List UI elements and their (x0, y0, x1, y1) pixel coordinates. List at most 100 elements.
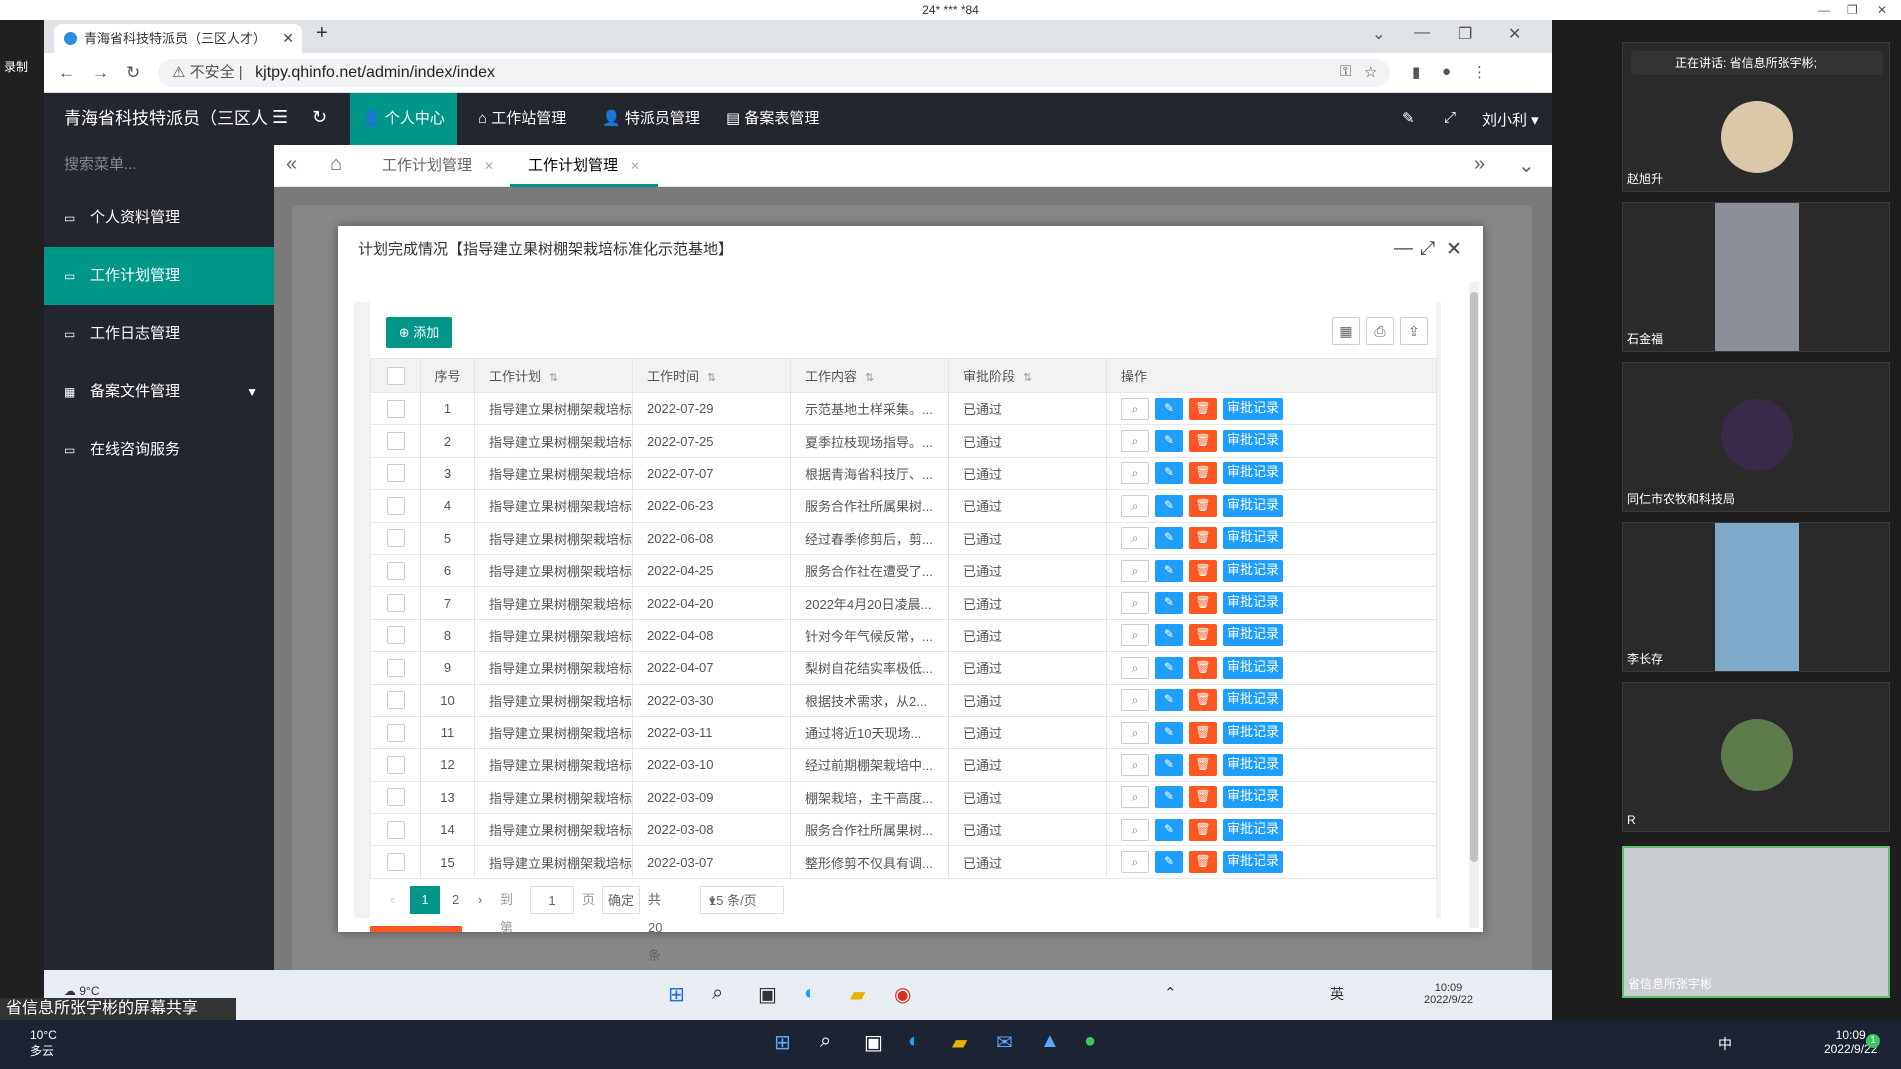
participant-tile[interactable]: R (1622, 682, 1890, 832)
row-plan-link[interactable]: 指导建立果树棚架栽培标 (474, 618, 633, 653)
star-icon[interactable]: ☆ (1364, 63, 1377, 81)
row-checkbox[interactable] (370, 748, 421, 782)
browser-restore-icon[interactable]: ❐ (1458, 24, 1472, 44)
row-checkbox[interactable] (370, 651, 421, 685)
nav-commissioner-management[interactable]: 👤 特派员管理 (590, 93, 712, 145)
sort-icon[interactable]: ⇅ (549, 372, 558, 384)
col-header-content[interactable]: 工作内容 ⇅ (790, 358, 949, 393)
export-icon[interactable]: ⇪ (1400, 317, 1428, 345)
row-checkbox[interactable] (370, 456, 421, 491)
participant-tile[interactable]: 李长存 (1622, 522, 1890, 672)
edit-icon[interactable]: ✎ (1155, 786, 1183, 809)
view-icon[interactable]: ⌕ (1121, 397, 1149, 420)
search-icon[interactable]: ⌕ (712, 982, 723, 1005)
close-icon[interactable]: ✕ (1877, 0, 1887, 20)
row-plan-link[interactable]: 指导建立果树棚架栽培标 (474, 456, 633, 491)
tabs-left-icon[interactable]: « (286, 153, 297, 176)
chrome-icon[interactable]: ◉ (894, 982, 911, 1007)
row-checkbox[interactable] (370, 553, 421, 588)
profile-icon[interactable]: ● (1442, 63, 1451, 80)
confirm-button[interactable]: 确定 (602, 886, 640, 914)
edit-icon[interactable]: ✎ (1155, 527, 1183, 550)
menu-toggle-icon[interactable]: ☰ (272, 107, 288, 128)
row-plan-link[interactable]: 指导建立果树棚架栽培标 (474, 553, 633, 588)
fullscreen-icon[interactable]: ⤢ (1444, 109, 1456, 126)
back-icon[interactable]: ← (58, 63, 75, 83)
delete-icon[interactable]: 🗑 (1189, 527, 1217, 550)
new-tab-icon[interactable]: + (316, 22, 328, 45)
view-icon[interactable]: ⌕ (1121, 656, 1149, 679)
add-button[interactable]: ⊕ 添加 (386, 317, 452, 348)
row-checkbox[interactable] (370, 683, 421, 717)
edit-icon[interactable]: ✎ (1155, 462, 1183, 485)
edit-icon[interactable]: ✎ (1155, 753, 1183, 776)
approval-record-button[interactable]: 审批记录 (1223, 559, 1283, 582)
view-icon[interactable]: ⌕ (1121, 786, 1149, 809)
edge-icon[interactable]: ◐ (804, 982, 816, 1005)
search-icon[interactable]: ⌕ (820, 1030, 831, 1053)
row-checkbox[interactable] (370, 391, 421, 426)
edit-icon[interactable]: ✎ (1155, 721, 1183, 744)
approval-record-button[interactable]: 审批记录 (1223, 851, 1283, 874)
tab-search-icon[interactable]: ⌄ (1372, 24, 1385, 44)
task-view-icon[interactable]: ▣ (758, 982, 777, 1007)
row-plan-link[interactable]: 指导建立果树棚架栽培标 (474, 651, 633, 685)
row-checkbox[interactable] (370, 715, 421, 750)
approval-record-button[interactable]: 审批记录 (1223, 527, 1283, 550)
delete-icon[interactable]: 🗑 (1189, 559, 1217, 582)
row-checkbox[interactable] (370, 586, 421, 620)
sidebar-item-filing-docs[interactable]: ▦ 备案文件管理 ▼ (44, 363, 274, 421)
participant-tile-self[interactable]: 省信息所张宇彬 (1622, 846, 1890, 998)
view-icon[interactable]: ⌕ (1121, 462, 1149, 485)
sidepanel-icon[interactable]: ▮ (1412, 63, 1420, 81)
row-plan-link[interactable]: 指导建立果树棚架栽培标 (474, 391, 633, 426)
next-page-icon[interactable]: › (478, 886, 482, 914)
browser-tab[interactable]: 青海省科技特派员（三区人才） ✕ (54, 24, 302, 53)
approval-record-button[interactable]: 审批记录 (1223, 753, 1283, 776)
approval-record-button[interactable]: 审批记录 (1223, 689, 1283, 712)
tabs-right-icon[interactable]: » (1474, 153, 1485, 176)
approval-record-button[interactable]: 审批记录 (1223, 462, 1283, 485)
row-plan-link[interactable]: 指导建立果树棚架栽培标 (474, 683, 633, 717)
nav-filing-management[interactable]: ▤ 备案表管理 (714, 93, 831, 145)
notification-badge[interactable]: 1 (1866, 1034, 1880, 1048)
edit-icon[interactable]: ✎ (1155, 624, 1183, 647)
dialog-scrollbar[interactable] (1469, 282, 1479, 928)
weather-widget[interactable]: ☁ 9°C (64, 984, 99, 998)
ime-indicator[interactable]: 英 (1330, 984, 1344, 1004)
user-menu[interactable]: 刘小利 ▾ (1482, 109, 1539, 130)
mail-icon[interactable]: ✉ (996, 1030, 1013, 1055)
edit-icon[interactable]: ✎ (1155, 494, 1183, 517)
row-plan-link[interactable]: 指导建立果树棚架栽培标 (474, 521, 633, 555)
minimize-icon[interactable]: — (1818, 0, 1830, 20)
edit-icon[interactable]: ✎ (1155, 656, 1183, 679)
theme-icon[interactable]: ✎ (1402, 109, 1415, 127)
view-icon[interactable]: ⌕ (1121, 592, 1149, 615)
sort-icon[interactable]: ⇅ (865, 372, 874, 384)
delete-icon[interactable]: 🗑 (1189, 851, 1217, 874)
delete-icon[interactable]: 🗑 (1189, 462, 1217, 485)
sidebar-search[interactable]: 搜索菜单... (64, 153, 137, 174)
delete-icon[interactable]: 🗑 (1189, 656, 1217, 679)
scrollbar-thumb[interactable] (1470, 292, 1478, 862)
browser-minimize-icon[interactable]: — (1414, 24, 1430, 42)
delete-icon[interactable]: 🗑 (1189, 624, 1217, 647)
sidebar-item-work-plan[interactable]: ▭ 工作计划管理 (44, 247, 274, 305)
edit-icon[interactable]: ✎ (1155, 430, 1183, 453)
row-plan-link[interactable]: 指导建立果树棚架栽培标 (474, 586, 633, 620)
browser-close-icon[interactable]: ✕ (1508, 24, 1521, 44)
url-field[interactable]: ⚠ 不安全 | kjtpy.qhinfo.net/admin/index/ind… (158, 59, 1390, 87)
page-1[interactable]: 1 (410, 886, 440, 914)
ime-indicator[interactable]: 中 (1718, 1034, 1732, 1054)
dialog-minimize-icon[interactable]: — (1394, 238, 1413, 260)
approval-record-button[interactable]: 审批记录 (1223, 592, 1283, 615)
delete-icon[interactable]: 🗑 (1189, 786, 1217, 809)
col-header-stage[interactable]: 审批阶段 ⇅ (948, 358, 1107, 393)
dialog-close-icon[interactable]: ✕ (1446, 238, 1462, 261)
col-header-date[interactable]: 工作时间 ⇅ (632, 358, 791, 393)
view-icon[interactable]: ⌕ (1121, 624, 1149, 647)
meeting-app-icon[interactable]: ▲ (1040, 1030, 1060, 1053)
row-plan-link[interactable]: 指导建立果树棚架栽培标 (474, 715, 633, 750)
delete-icon[interactable]: 🗑 (1189, 753, 1217, 776)
file-explorer-icon[interactable]: ▰ (952, 1030, 967, 1055)
